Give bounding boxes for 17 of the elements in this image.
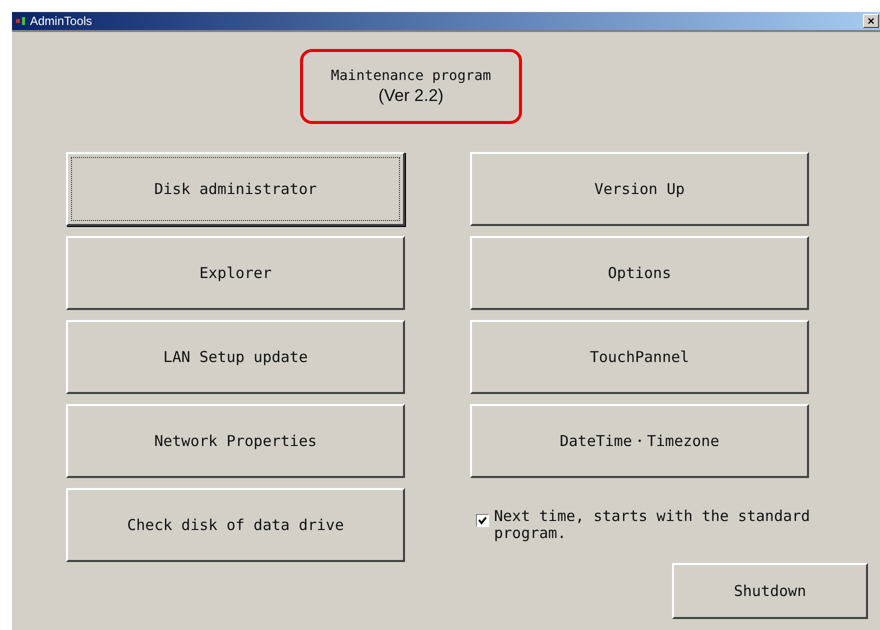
action-button[interactable]: LAN Setup update	[66, 320, 405, 394]
window-title: AdminTools	[30, 14, 92, 28]
action-button[interactable]: Disk administrator	[66, 152, 405, 226]
action-button[interactable]: Version Up	[470, 152, 809, 226]
action-button[interactable]: Options	[470, 236, 809, 310]
close-button[interactable]: ×	[863, 14, 879, 28]
action-button[interactable]: Check disk of data drive	[66, 488, 405, 562]
shutdown-button[interactable]: Shutdown	[672, 563, 868, 619]
version-label: (Ver 2.2)	[378, 86, 444, 106]
checkbox-label: Next time, starts with the standard program.	[494, 508, 812, 542]
app-icon	[16, 17, 26, 25]
action-button[interactable]: TouchPannel	[470, 320, 809, 394]
action-button[interactable]: Explorer	[66, 236, 405, 310]
checkbox[interactable]	[476, 514, 489, 527]
action-button[interactable]: Network Properties	[66, 404, 405, 478]
action-button[interactable]: DateTime・Timezone	[470, 404, 809, 478]
program-title: Maintenance program	[330, 68, 492, 84]
